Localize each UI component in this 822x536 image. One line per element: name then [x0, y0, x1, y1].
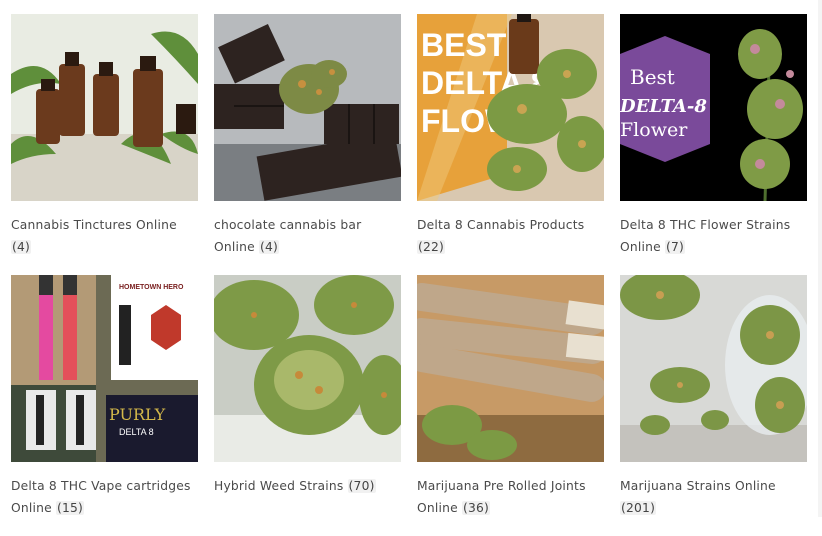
- category-caption[interactable]: Delta 8 THC Vape cartridges Online (15): [11, 475, 198, 519]
- pre-rolled-joints-image[interactable]: [417, 275, 604, 462]
- category-card-delta8-products[interactable]: BEST DELTA 8 FLOWER Delta 8 Cannabis Pro…: [417, 14, 604, 275]
- category-name[interactable]: Hybrid Weed Strains: [214, 479, 343, 493]
- category-count: (36): [461, 501, 491, 515]
- delta8-products-image[interactable]: BEST DELTA 8 FLOWER: [417, 14, 604, 201]
- category-name[interactable]: Marijuana Pre Rolled Joints Online: [417, 479, 586, 515]
- overlay-line-2: PURLY: [109, 405, 166, 424]
- overlay-line-3: Flower: [620, 119, 688, 141]
- category-name[interactable]: Delta 8 Cannabis Products: [417, 218, 584, 232]
- category-caption[interactable]: Hybrid Weed Strains (70): [214, 475, 401, 497]
- page-scrollbar[interactable]: [818, 0, 822, 517]
- category-name[interactable]: chocolate cannabis bar Online: [214, 218, 361, 254]
- hybrid-weed-image[interactable]: [214, 275, 401, 462]
- category-card-chocolate[interactable]: chocolate cannabis bar Online (4): [214, 14, 401, 275]
- category-card-pre-rolled[interactable]: Marijuana Pre Rolled Joints Online (36): [417, 275, 604, 536]
- category-card-marijuana-strains[interactable]: Marijuana Strains Online (201): [620, 275, 807, 536]
- category-card-delta8-flower[interactable]: Best DELTA-8 Flower Delta 8 THC Flower S…: [620, 14, 807, 275]
- category-caption[interactable]: chocolate cannabis bar Online (4): [214, 214, 401, 258]
- vape-cartridges-image[interactable]: HOMETOWN HERO PURLY DELTA 8: [11, 275, 198, 462]
- category-card-hybrid-weed[interactable]: Hybrid Weed Strains (70): [214, 275, 401, 536]
- category-card-tinctures[interactable]: Cannabis Tinctures Online (4): [11, 14, 198, 275]
- overlay-line-1: BEST: [421, 27, 507, 63]
- category-name[interactable]: Marijuana Strains Online: [620, 479, 776, 493]
- category-card-vape-cartridges[interactable]: HOMETOWN HERO PURLY DELTA 8 Delta 8 THC …: [11, 275, 198, 536]
- category-name[interactable]: Cannabis Tinctures Online: [11, 218, 177, 232]
- overlay-line-1: Best: [630, 65, 675, 89]
- overlay-line-2: DELTA-8: [620, 96, 707, 117]
- category-caption[interactable]: Delta 8 THC Flower Strains Online (7): [620, 214, 807, 258]
- category-grid: Cannabis Tinctures Online (4) chocolate …: [11, 14, 807, 536]
- category-caption[interactable]: Marijuana Strains Online (201): [620, 475, 807, 519]
- category-count: (201): [620, 501, 657, 515]
- chocolate-bar-image[interactable]: [214, 14, 401, 201]
- category-count: (7): [664, 240, 686, 254]
- marijuana-strains-image[interactable]: [620, 275, 807, 462]
- delta8-flower-image[interactable]: Best DELTA-8 Flower: [620, 14, 807, 201]
- category-caption[interactable]: Marijuana Pre Rolled Joints Online (36): [417, 475, 604, 519]
- overlay-line-1: HOMETOWN HERO: [119, 284, 184, 291]
- category-count: (4): [11, 240, 32, 254]
- category-count: (22): [417, 240, 446, 254]
- category-name[interactable]: Delta 8 THC Vape cartridges Online: [11, 479, 191, 515]
- category-caption[interactable]: Delta 8 Cannabis Products (22): [417, 214, 604, 258]
- category-count: (4): [258, 240, 280, 254]
- tincture-bottles-image[interactable]: [11, 14, 198, 201]
- category-caption[interactable]: Cannabis Tinctures Online (4): [11, 214, 198, 258]
- category-name[interactable]: Delta 8 THC Flower Strains Online: [620, 218, 790, 254]
- overlay-line-3: DELTA 8: [119, 427, 154, 437]
- category-count: (15): [55, 501, 85, 515]
- category-count: (70): [347, 479, 376, 493]
